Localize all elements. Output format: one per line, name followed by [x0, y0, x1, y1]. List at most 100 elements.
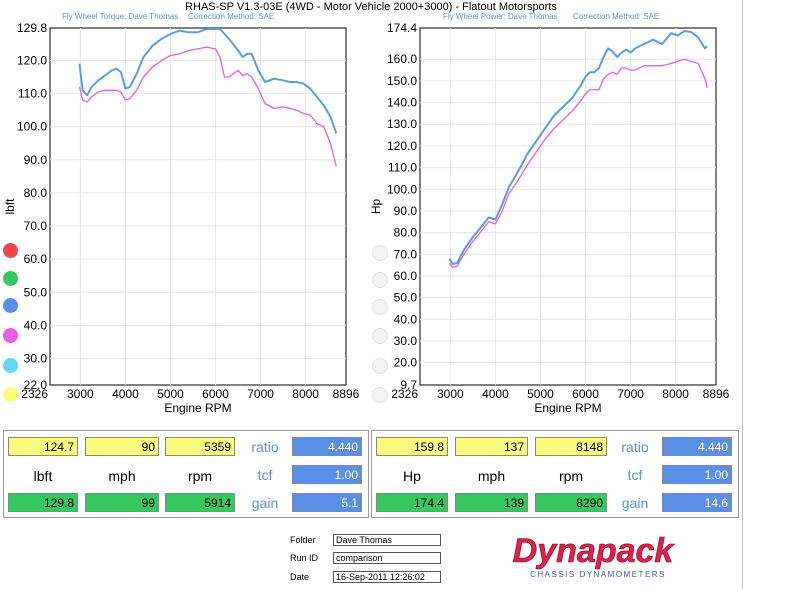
power-chart: 174.4 160.0 150.0 140.0 130.0 120.0 110.0 100.0…	[369, 21, 730, 415]
x-tick-label: 7000	[617, 387, 644, 401]
gain-value[interactable]: 5.1	[292, 493, 362, 512]
torque-peak-mph: 99	[85, 493, 159, 512]
y-tick-label: 150.0	[387, 74, 417, 88]
legend-dot-cyan[interactable]	[3, 358, 18, 373]
y-tick-label: 174.4	[387, 21, 417, 35]
x-tick-label: 6000	[572, 387, 599, 401]
y-tick-label: 40.0	[24, 318, 48, 332]
dynapack-logo: Dynapack CHASSIS DYNAMOMETERS	[512, 532, 676, 579]
x-tick-label: 5000	[157, 387, 184, 401]
power-peak-hp: 174.4	[376, 493, 448, 512]
torque-peak-lbft: 129.8	[8, 493, 78, 512]
unit-mph: mph	[477, 467, 506, 484]
y-tick-label: 60.0	[394, 269, 418, 283]
x-tick-label: 2326	[21, 387, 48, 401]
legend-dot-blue[interactable]	[3, 298, 18, 313]
y-tick-label: 60.0	[24, 252, 48, 266]
y-tick-label: 90.0	[394, 204, 418, 218]
date-label: Date	[290, 572, 310, 582]
y-tick-label: 80.0	[24, 186, 48, 200]
label-tcf: tcf	[627, 466, 643, 483]
legend-dot-green[interactable]	[3, 271, 18, 286]
x-tick-label: 8896	[703, 387, 730, 401]
plot-frame	[49, 27, 347, 386]
dyno-sheet: RHAS-SP V1.3-03E (4WD - Motor Vehicle 20…	[0, 0, 743, 589]
torque-chart: 129.8 120.0 110.0 100.0 90.0 80.0 70.0 60.0 50.0…	[3, 21, 360, 415]
legend-dot-6-inactive[interactable]	[372, 387, 388, 403]
y-tick-label: 120.0	[17, 53, 47, 67]
y-tick-label: 90.0	[24, 153, 48, 167]
y-tick-label: 110.0	[388, 161, 417, 175]
ratio-value[interactable]: 4.440	[662, 437, 732, 456]
x-tick-label: 8896	[333, 387, 360, 401]
y-tick-label: 70.0	[24, 219, 48, 233]
y-axis-label: Hp	[369, 199, 383, 215]
label-gain: gain	[621, 494, 649, 511]
power-peak-mph: 139	[455, 493, 528, 512]
unit-mph: mph	[108, 467, 136, 484]
date-field[interactable]: 16-Sep-2011 12:26:02	[333, 571, 441, 583]
power-current-mph: 137	[455, 437, 528, 456]
unit-rpm: rpm	[187, 467, 213, 484]
ratio-value[interactable]: 4.440	[292, 437, 362, 456]
power-readout-panel: 159.8 137 8148 Hp mph rpm 174.4 139 8290…	[371, 430, 739, 518]
series-line-1	[78, 28, 338, 134]
tcf-value[interactable]: 1.00	[662, 465, 732, 484]
label-ratio: ratio	[621, 438, 649, 455]
y-tick-label: 160.0	[387, 52, 417, 66]
torque-readout-panel: 124.7 90 5359 lbft mph rpm 129.8 99 5914…	[3, 430, 369, 518]
y-tick-label: 129.8	[17, 21, 47, 35]
label-ratio: ratio	[251, 438, 279, 455]
legend-dot-2-inactive[interactable]	[372, 272, 388, 288]
x-tick-label: 2326	[391, 387, 418, 401]
legend-dot-red[interactable]	[3, 243, 18, 258]
y-tick-label: 110.0	[18, 87, 47, 101]
x-tick-label: 4000	[482, 387, 509, 401]
series-line-2	[78, 46, 337, 167]
torque-peak-rpm: 5914	[165, 493, 235, 512]
legend-dot-3-inactive[interactable]	[372, 299, 388, 315]
x-tick-label: 6000	[202, 387, 229, 401]
unit-hp: Hp	[403, 467, 421, 484]
y-tick-label: 100.0	[387, 182, 417, 196]
y-tick-label: 50.0	[24, 285, 48, 299]
y-tick-label: 130.0	[387, 117, 417, 131]
folder-label: Folder	[290, 535, 316, 545]
logo-tagline: CHASSIS DYNAMOMETERS	[530, 570, 666, 579]
power-current-rpm: 8148	[535, 437, 607, 456]
y-axis-label: lbft	[3, 198, 17, 215]
torque-current-rpm: 5359	[165, 437, 235, 456]
y-tick-label: 80.0	[394, 226, 418, 240]
label-tcf: tcf	[257, 466, 273, 483]
run-id-field[interactable]: comparison	[333, 552, 441, 564]
x-tick-label: 3000	[67, 387, 94, 401]
tcf-value[interactable]: 1.00	[292, 465, 362, 484]
legend-dot-4-inactive[interactable]	[372, 328, 388, 344]
legend-dot-magenta[interactable]	[3, 328, 18, 343]
y-tick-label: 20.0	[394, 356, 418, 370]
x-tick-label: 7000	[247, 387, 274, 401]
x-tick-label: 4000	[112, 387, 139, 401]
legend-dot-1-inactive[interactable]	[372, 245, 388, 261]
x-tick-label: 3000	[437, 387, 464, 401]
run-id-label: Run ID	[290, 553, 319, 563]
y-tick-label: 40.0	[394, 312, 418, 326]
y-tick-label: 140.0	[387, 96, 417, 110]
power-peak-rpm: 8290	[535, 493, 607, 512]
logo-brand: Dynapack	[513, 532, 676, 570]
x-axis-label: Engine RPM	[164, 401, 231, 415]
x-tick-label: 8000	[662, 387, 689, 401]
y-tick-label: 30.0	[24, 352, 48, 366]
torque-current-mph: 90	[85, 437, 159, 456]
plot-frame	[419, 27, 717, 386]
legend-dot-yellow[interactable]	[3, 387, 18, 402]
label-gain: gain	[251, 494, 279, 511]
unit-lbft: lbft	[33, 467, 53, 484]
y-tick-label: 120.0	[387, 139, 417, 153]
series-line-1	[448, 30, 708, 265]
folder-field[interactable]: Dave Thomas	[333, 534, 441, 546]
gain-value[interactable]: 14.6	[662, 493, 732, 512]
legend-dot-5-inactive[interactable]	[372, 358, 388, 374]
torque-current-lbft: 124.7	[8, 437, 78, 456]
y-tick-label: 50.0	[394, 291, 418, 305]
